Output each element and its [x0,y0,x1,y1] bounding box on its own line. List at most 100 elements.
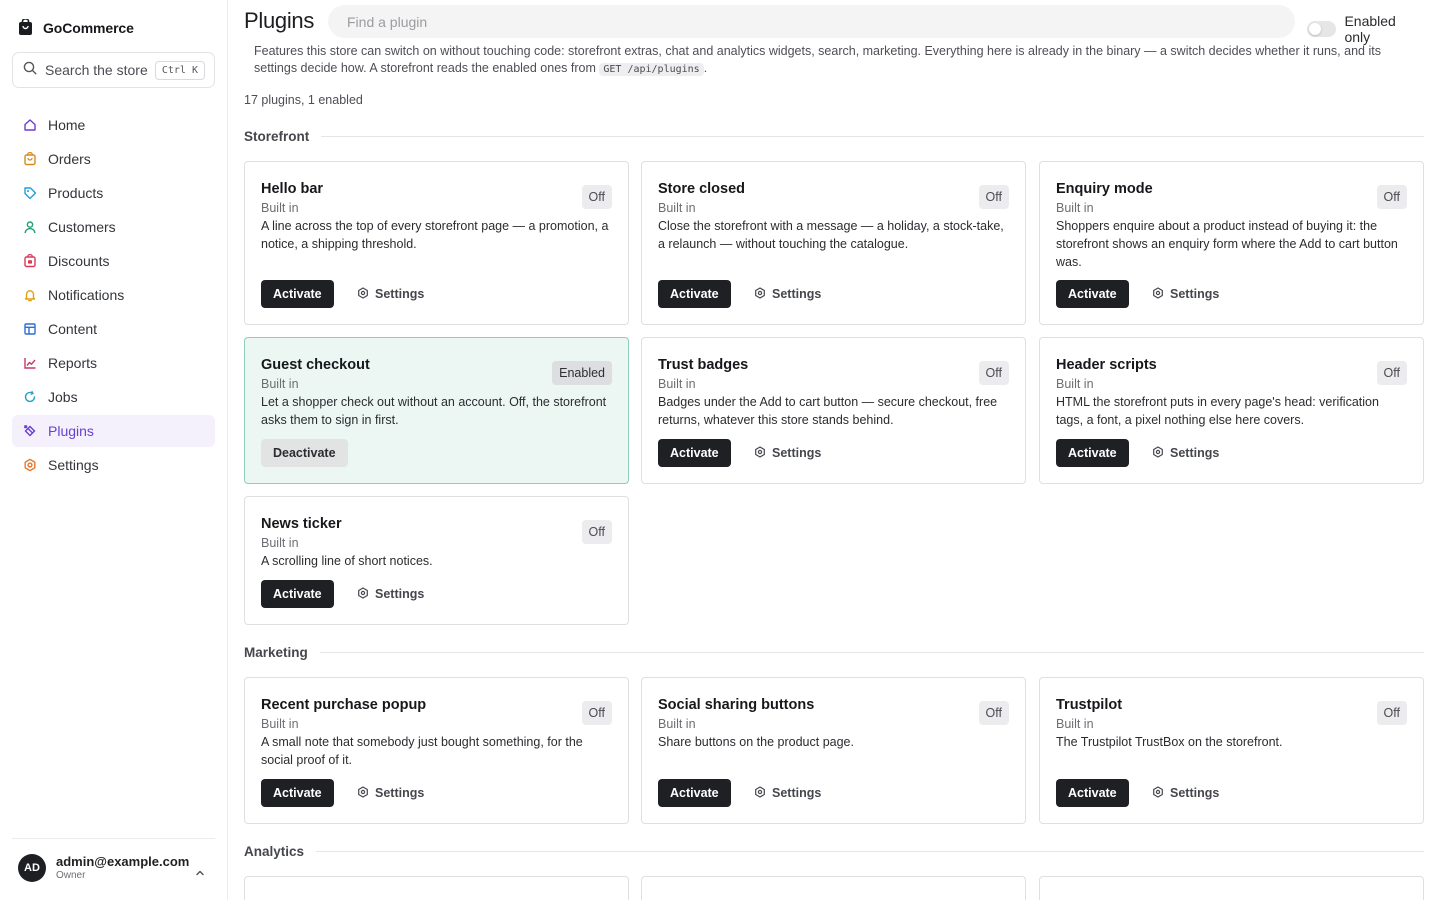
plugin-source: Built in [261,717,299,731]
sidebar-divider [12,838,215,839]
status-badge: Off [581,701,612,725]
activate-button[interactable]: Activate [1056,779,1129,807]
status-badge: Off [1376,701,1407,725]
settings-label: Settings [375,287,425,301]
chart-icon [23,356,37,370]
settings-button[interactable]: Settings [1152,280,1219,308]
gear-icon [23,458,37,472]
store-search-label: Search the store [45,62,148,78]
plugin-count: 17 plugins, 1 enabled [244,93,363,107]
gear-icon [357,785,369,801]
sidebar-item-notifications[interactable]: Notifications [12,279,215,311]
plugin-card-trustpilot: Trustpilot Off Built in The Trustpilot T… [1039,677,1424,824]
settings-label: Settings [375,587,425,601]
activate-button[interactable]: Activate [658,439,731,467]
sidebar-item-label: Jobs [48,389,78,405]
settings-button[interactable]: Settings [1152,779,1219,807]
section-title: Marketing [244,645,308,660]
plugin-name: Store closed [658,181,746,197]
plugin-name: News ticker [261,516,342,532]
sidebar-item-products[interactable]: Products [12,177,215,209]
activate-button[interactable]: Activate [261,580,334,608]
sidebar-nav: Home Orders Products Customers Discounts… [12,109,215,483]
sidebar-item-label: Notifications [48,287,125,303]
enabled-only-toggle[interactable] [1307,21,1337,37]
plugin-card-news-ticker: News ticker Off Built in A scrolling lin… [244,496,629,625]
bell-icon [23,288,37,302]
user-menu[interactable]: AD admin@example.com Owner [18,854,189,882]
shopping-bag-icon [18,18,33,36]
plugin-search-input[interactable] [328,5,1295,38]
activate-button[interactable]: Activate [1056,439,1129,467]
activate-button[interactable]: Activate [658,779,731,807]
plugin-card-hello-bar: Hello bar Off Built in A line across the… [244,161,629,325]
sidebar-item-label: Settings [48,457,99,473]
settings-button[interactable]: Settings [357,580,424,608]
plugin-card-social-sharing-buttons: Social sharing buttons Off Built in Shar… [641,677,1026,824]
chevron-up-icon[interactable] [194,866,206,884]
sidebar-item-reports[interactable]: Reports [12,347,215,379]
sidebar-item-label: Reports [48,355,98,371]
status-badge: Off [978,361,1009,385]
brand[interactable]: GoCommerce [18,18,134,36]
plugin-name: Enquiry mode [1056,181,1153,197]
intro-body: Features this store can switch on withou… [254,44,1381,75]
plugin-card-guest-checkout: Guest checkout Enabled Built in Let a sh… [244,337,629,484]
deactivate-button[interactable]: Deactivate [261,439,348,467]
plugin-description: Let a shopper check out without an accou… [261,395,607,427]
sidebar-item-label: Plugins [48,423,94,439]
plugin-description: HTML the storefront puts in every page's… [1056,395,1379,427]
status-badge: Off [978,185,1009,209]
sidebar-item-settings[interactable]: Settings [12,449,215,481]
activate-button[interactable]: Activate [1056,280,1129,308]
sidebar-item-customers[interactable]: Customers [12,211,215,243]
sidebar-item-plugins[interactable]: Plugins [12,415,215,447]
sidebar-item-label: Orders [48,151,91,167]
sidebar-item-discounts[interactable]: Discounts [12,245,215,277]
activate-button[interactable]: Activate [261,779,334,807]
plugin-card-header-scripts: Header scripts Off Built in HTML the sto… [1039,337,1424,484]
brand-name: GoCommerce [43,19,134,36]
plugin-source: Built in [1056,377,1094,391]
settings-label: Settings [1170,786,1220,800]
section-marketing: Marketing [244,645,1424,660]
activate-button[interactable]: Activate [261,280,334,308]
plugin-name: Social sharing buttons [658,697,815,713]
sidebar-item-label: Discounts [48,253,110,269]
gear-icon [1152,445,1164,461]
plugin-description: Close the storefront with a message — a … [658,219,1004,251]
gear-icon [754,286,766,302]
plugin-source: Built in [261,536,299,550]
plug-icon [23,424,37,438]
plugin-card-trust-badges: Trust badges Off Built in Badges under t… [641,337,1026,484]
activate-button[interactable]: Activate [658,280,731,308]
enabled-only-filter[interactable]: Enabled only [1307,13,1424,45]
sidebar: GoCommerce Search the store Ctrl K Home … [0,0,228,900]
plugin-source: Built in [658,201,696,215]
plugin-description: A small note that somebody just bought s… [261,735,583,767]
discount-icon [23,254,37,268]
sidebar-item-label: Products [48,185,104,201]
status-badge: Off [1376,361,1407,385]
settings-button[interactable]: Settings [357,280,424,308]
plugin-source: Built in [1056,717,1094,731]
gear-icon [1152,785,1164,801]
plugin-description: Shoppers enquire about a product instead… [1056,219,1398,269]
sidebar-item-jobs[interactable]: Jobs [12,381,215,413]
page-title: Plugins [244,8,315,33]
sidebar-item-content[interactable]: Content [12,313,215,345]
settings-button[interactable]: Settings [357,779,424,807]
user-icon [23,220,37,234]
sidebar-item-home[interactable]: Home [12,109,215,141]
settings-button[interactable]: Settings [754,439,821,467]
status-badge: Off [978,701,1009,725]
store-search[interactable]: Search the store Ctrl K [12,52,215,88]
plugin-name: Trust badges [658,357,749,373]
plugin-card-store-closed: Store closed Off Built in Close the stor… [641,161,1026,325]
settings-button[interactable]: Settings [754,280,821,308]
settings-label: Settings [772,287,822,301]
refresh-icon [23,390,37,404]
sidebar-item-orders[interactable]: Orders [12,143,215,175]
settings-button[interactable]: Settings [754,779,821,807]
settings-button[interactable]: Settings [1152,439,1219,467]
